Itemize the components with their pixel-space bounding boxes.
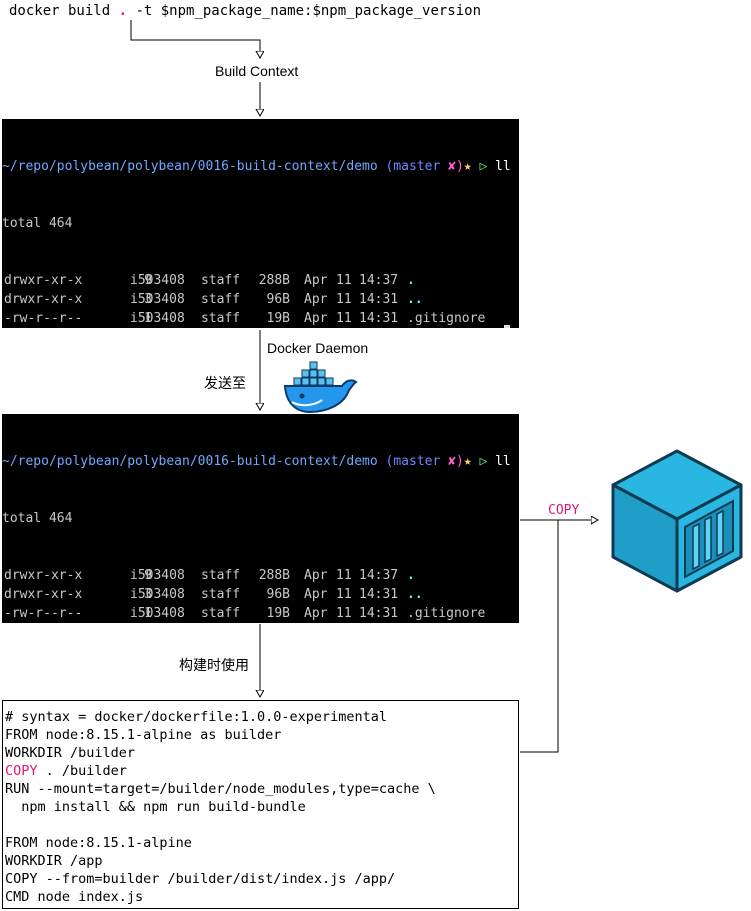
dockerfile-line: COPY . /builder [5, 763, 127, 779]
file-day: 11 [336, 606, 352, 621]
dockerfile-line [5, 816, 518, 834]
prompt-branch: (master [385, 159, 449, 174]
used-at-build-label: 构建时使用 [179, 657, 249, 673]
star-icon: ★ [463, 159, 472, 174]
file-name: .. [407, 292, 423, 307]
terminal-prompt: ~/repo/polybean/polybean/0016-build-cont… [2, 452, 519, 471]
dockerfile-line: COPY --from=builder /builder/dist/index.… [5, 871, 396, 887]
file-name: . [407, 568, 415, 583]
prompt-branch: (master [385, 454, 449, 469]
file-group: staff [201, 292, 241, 307]
file-row: drwxr-xr-x 9 i503408 staff 288B Apr 11 14:37. [2, 271, 519, 290]
file-size: 288B [258, 273, 290, 288]
build-context-label: Build Context [215, 63, 299, 79]
file-size: 19B [266, 606, 290, 621]
terminal-cursor [504, 325, 510, 328]
file-name: .. [407, 587, 423, 602]
file-size: 96B [266, 587, 290, 602]
dockerfile-line: FROM node:8.15.1-alpine as builder [5, 727, 282, 743]
file-day: 11 [336, 311, 352, 326]
prompt-path: ~/repo/polybean/polybean/0016-build-cont… [2, 159, 378, 174]
prompt-command: ll [495, 454, 511, 469]
file-month: Apr [304, 292, 328, 307]
file-perm: drwxr-xr-x [4, 568, 83, 583]
docker-daemon-label: Docker Daemon [267, 340, 369, 356]
dockerfile-line: RUN --mount=target=/builder/node_modules… [5, 781, 436, 797]
file-user: i503408 [130, 292, 185, 307]
file-time: 14:31 [359, 587, 399, 602]
file-month: Apr [304, 587, 328, 602]
file-name: .gitignore [407, 606, 486, 621]
container-cube-icon [611, 449, 743, 593]
file-day: 11 [336, 273, 352, 288]
dockerfile-line: npm install && npm run build-bundle [5, 799, 306, 815]
dockerfile-line: WORKDIR /app [5, 853, 103, 869]
file-group: staff [201, 311, 241, 326]
file-user: i503408 [130, 587, 185, 602]
dockerfile-line: FROM node:8.15.1-alpine [5, 835, 192, 851]
arrow-command-to-build-context [130, 20, 260, 58]
copy-keyword: COPY [5, 763, 38, 779]
file-time: 14:37 [359, 568, 399, 583]
file-time: 14:37 [359, 273, 399, 288]
file-user: i503408 [130, 606, 185, 621]
star-icon: ★ [463, 454, 472, 469]
file-day: 11 [336, 292, 352, 307]
file-time: 14:31 [359, 311, 399, 326]
file-row: drwxr-xr-x 9 i503408 staff 288B Apr 11 14:37. [2, 566, 519, 585]
dockerfile-box: # syntax = docker/dockerfile:1.0.0-exper… [2, 700, 519, 909]
prompt-arrow-icon: ▷ [479, 159, 488, 174]
terminal-rows: drwxr-xr-x 9 i503408 staff 288B Apr 11 14:37. dr… [2, 566, 519, 623]
file-row: -rw-r--r-- 1 i503408 staff 19B Apr 11 14:31 .git… [2, 309, 519, 328]
prompt-dirty-mark: ✘) [448, 159, 464, 174]
dockerfile-line: # syntax = docker/dockerfile:1.0.0-exper… [5, 709, 388, 725]
file-perm: drwxr-xr-x [4, 292, 83, 307]
send-to-label: 发送至 [204, 375, 246, 391]
file-group: staff [201, 587, 241, 602]
file-user: i503408 [130, 568, 185, 583]
terminal-rows: drwxr-xr-x 9 i503408 staff 288B Apr 11 14:37. dr… [2, 271, 519, 328]
file-group: staff [201, 606, 241, 621]
file-user: i503408 [130, 311, 185, 326]
terminal-listing-local: ~/repo/polybean/polybean/0016-build-cont… [2, 119, 519, 328]
file-perm: -rw-r--r-- [4, 606, 83, 621]
file-day: 11 [336, 587, 352, 602]
file-perm: -rw-r--r-- [4, 311, 83, 326]
file-month: Apr [304, 311, 328, 326]
copy-label: COPY [546, 503, 582, 518]
terminal-total: total 464 [2, 216, 73, 231]
docker-whale-icon [283, 361, 358, 414]
file-perm: drwxr-xr-x [4, 587, 83, 602]
terminal-prompt: ~/repo/polybean/polybean/0016-build-cont… [2, 157, 519, 176]
prompt-arrow-icon: ▷ [479, 454, 488, 469]
file-row: drwxr-xr-x 3 i503408 staff 96B Apr 11 14:31.. [2, 290, 519, 309]
dockerfile-line: CMD node index.js [5, 889, 144, 905]
line-dockerfile-copy [520, 520, 559, 753]
file-row: drwxr-xr-x 3 i503408 staff 96B Apr 11 14:31.. [2, 585, 519, 604]
prompt-dirty-mark: ✘) [448, 454, 464, 469]
file-group: staff [201, 273, 241, 288]
file-day: 11 [336, 568, 352, 583]
file-perm: drwxr-xr-x [4, 273, 83, 288]
file-size: 19B [266, 311, 290, 326]
file-user: i503408 [130, 273, 185, 288]
file-name: .gitignore [407, 311, 486, 326]
terminal-listing-daemon: ~/repo/polybean/polybean/0016-build-cont… [2, 414, 519, 623]
prompt-path: ~/repo/polybean/polybean/0016-build-cont… [2, 454, 378, 469]
file-month: Apr [304, 606, 328, 621]
file-size: 96B [266, 292, 290, 307]
file-time: 14:31 [359, 292, 399, 307]
file-size: 288B [258, 568, 290, 583]
terminal-total: total 464 [2, 511, 73, 526]
dockerfile-line: WORKDIR /builder [5, 745, 136, 761]
prompt-command: ll [495, 159, 511, 174]
file-group: staff [201, 568, 241, 583]
file-row: -rw-r--r-- 1 i503408 staff 19B Apr 11 14:31 .git… [2, 604, 519, 623]
file-time: 14:31 [359, 606, 399, 621]
file-name: . [407, 273, 415, 288]
file-month: Apr [304, 273, 328, 288]
file-month: Apr [304, 568, 328, 583]
